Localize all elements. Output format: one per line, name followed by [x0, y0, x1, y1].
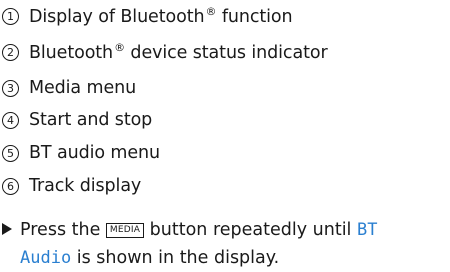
step-arrow-icon: [2, 223, 12, 235]
instruction-line-2: Audio is shown in the display.: [2, 244, 442, 272]
legend-item-3: 3 Media menu: [2, 74, 136, 102]
media-button-key: MEDIA: [105, 223, 145, 238]
registered-trademark-mark: ®: [205, 5, 217, 18]
legend-item-5: 5 BT audio menu: [2, 139, 160, 167]
legend-label-1: Display of Bluetooth® function: [29, 5, 293, 27]
callout-number-1: 1: [2, 7, 19, 25]
legend-label-3: Media menu: [29, 78, 137, 98]
legend-item-2: 2 Bluetooth® device status indicator: [2, 38, 328, 66]
instruction-prefix: Press the: [20, 220, 106, 240]
legend-item-1: 1 Display of Bluetooth® function: [2, 2, 293, 30]
instruction-suffix: is shown in the display.: [71, 248, 280, 268]
instruction-middle: button repeatedly until: [144, 220, 357, 240]
display-text-bt: BT: [356, 220, 378, 240]
registered-trademark-mark: ®: [114, 41, 125, 54]
instruction-line-1: Press the MEDIA button repeatedly until …: [2, 216, 442, 244]
display-text-audio: Audio: [20, 248, 72, 268]
callout-number-6: 6: [2, 177, 19, 195]
legend-label-4: Start and stop: [29, 110, 153, 130]
legend-label-6: Track display: [29, 176, 142, 196]
callout-number-2: 2: [2, 43, 19, 61]
legend-item-6: 6 Track display: [2, 172, 141, 200]
callout-number-4: 4: [2, 111, 19, 129]
legend-label-2: Bluetooth® device status indicator: [29, 41, 328, 63]
legend-label-5: BT audio menu: [29, 143, 161, 163]
callout-number-5: 5: [2, 144, 19, 162]
legend-item-4: 4 Start and stop: [2, 106, 152, 134]
callout-number-3: 3: [2, 79, 19, 97]
instruction-step: Press the MEDIA button repeatedly until …: [2, 216, 442, 272]
